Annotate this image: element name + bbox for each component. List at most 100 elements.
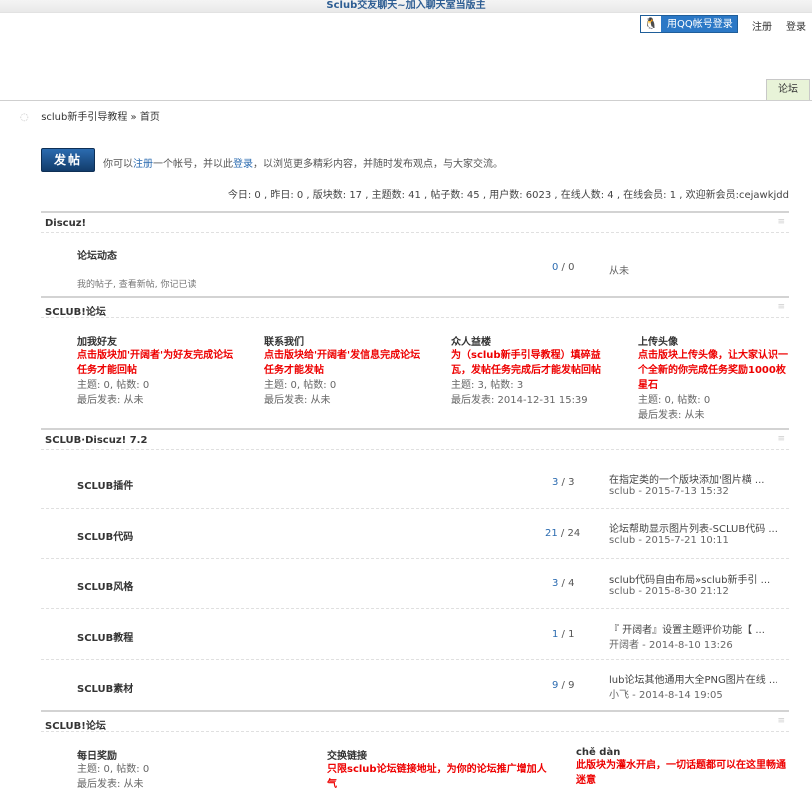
forum-name[interactable]: SCLUB插件 xyxy=(77,477,133,492)
post-count: 4 xyxy=(568,578,575,589)
topic-count: 1 xyxy=(552,629,559,640)
category-header[interactable]: SCLUB!论坛 ≡ xyxy=(41,296,789,318)
last-post-title[interactable]: 在指定类的一个版块添加'图片横 ... xyxy=(609,471,777,486)
home-icon[interactable]: ◌ xyxy=(20,112,32,123)
forum-desc[interactable]: 我的帖子, 查看新帖, 你记已读 xyxy=(77,277,196,290)
row-divider xyxy=(41,508,789,510)
forum-column: 每日奖励 主题: 0, 帖数: 0 最后发表: 从未 xyxy=(77,747,149,792)
category-title[interactable]: SCLUB·Discuz! 7.2 xyxy=(45,435,147,446)
forum-name[interactable]: SCLUB素材 xyxy=(77,680,133,695)
topic-count: 0 xyxy=(552,262,559,273)
row-divider xyxy=(41,659,789,661)
forum-column: 加我好友 点击版块加'开阔者'为好友完成论坛任务才能回帖 主题: 0, 帖数: … xyxy=(77,333,237,408)
topic-count: 9 xyxy=(552,680,559,691)
top-banner: Sclub交友聊天~加入聊天室当版主 xyxy=(0,0,812,13)
forum-counts: 0 / 0 xyxy=(552,262,575,273)
row-divider xyxy=(41,558,789,560)
last-post-title[interactable]: 论坛帮助显示图片列表-SCLUB代码 ... xyxy=(609,520,777,535)
forum-column: 交换链接 只限sclub论坛链接地址，为你的论坛推广增加人气 xyxy=(327,747,547,792)
last-post-title[interactable]: lub论坛其他通用大全PNG图片在线 ... xyxy=(609,671,777,686)
forum-name[interactable]: 论坛动态 xyxy=(77,247,117,262)
nav-divider xyxy=(0,100,812,101)
category-title[interactable]: SCLUB!论坛 xyxy=(45,717,106,732)
category-title[interactable]: SCLUB!论坛 xyxy=(45,303,106,318)
forum-stat: 主题: 0, 帖数: 0 xyxy=(77,764,150,775)
topic-count: 21 xyxy=(545,528,558,539)
breadcrumb-site[interactable]: sclub新手引导教程 xyxy=(41,112,127,123)
forum-counts: 3 / 3 xyxy=(552,477,575,488)
forum-stat: 主题: 3, 帖数: 3 xyxy=(451,380,524,391)
forum-desc: 点击版块给'开阔者'发信息完成论坛任务才能发帖 xyxy=(264,350,421,376)
category-header[interactable]: SCLUB·Discuz! 7.2 ≡ xyxy=(41,428,789,450)
forum-column: 众人益楼 为（sclub新手引导教程）填碎益瓦，发帖任务完成后才能发帖回帖 主题… xyxy=(451,333,611,408)
forum-column: 上传头像 点击版块上传头像，让大家认识一个全新的你完成任务奖励1000枚星石 主… xyxy=(638,333,790,423)
qq-login-button[interactable]: 🐧 用QQ帐号登录 xyxy=(640,15,738,33)
row-divider xyxy=(41,608,789,610)
last-post-meta: sclub - 2015-7-13 15:32 xyxy=(609,486,729,497)
collapse-icon[interactable]: ≡ xyxy=(777,716,785,726)
forum-last: 最后发表: 从未 xyxy=(77,779,144,790)
last-post-meta: 开阔者 - 2014-8-10 13:26 xyxy=(609,640,733,651)
last-post-meta: 小飞 - 2014-8-14 19:05 xyxy=(609,690,723,701)
intro-text: 一个帐号，并以此 xyxy=(153,159,233,170)
forum-name[interactable]: 联系我们 xyxy=(264,333,424,348)
forum-name[interactable]: SCLUB风格 xyxy=(77,578,133,593)
forum-desc: 为（sclub新手引导教程）填碎益瓦，发帖任务完成后才能发帖回帖 xyxy=(451,350,601,376)
breadcrumb-separator: » xyxy=(130,112,137,123)
intro-text: ，以浏览更多精彩内容，并随时发布观点，与大家交流。 xyxy=(253,159,503,170)
category-header[interactable]: SCLUB!论坛 ≡ xyxy=(41,710,789,732)
forum-stat: 主题: 0, 帖数: 0 xyxy=(638,395,711,406)
forum-desc: 此版块为灌水开启，一切话题都可以在这里畅通迷意 xyxy=(576,760,786,786)
forum-counts: 9 / 9 xyxy=(552,680,575,691)
forum-counts: 21 / 24 xyxy=(545,528,581,539)
login-link[interactable]: 登录 xyxy=(786,18,806,33)
last-post: 从未 xyxy=(609,266,629,277)
qq-penguin-icon: 🐧 xyxy=(641,16,661,32)
forum-name[interactable]: SCLUB代码 xyxy=(77,528,133,543)
tab-forum[interactable]: 论坛 xyxy=(766,79,810,100)
post-count: 0 xyxy=(568,262,575,273)
forum-name[interactable]: 每日奖励 xyxy=(77,747,149,762)
forum-name[interactable]: 加我好友 xyxy=(77,333,237,348)
forum-counts: 1 / 1 xyxy=(552,629,575,640)
last-post-meta: sclub - 2015-7-21 10:11 xyxy=(609,535,729,546)
topic-count: 3 xyxy=(552,578,559,589)
post-count: 1 xyxy=(568,629,575,640)
topic-count: 3 xyxy=(552,477,559,488)
guest-intro: 你可以注册一个帐号，并以此登录，以浏览更多精彩内容，并随时发布观点，与大家交流。 xyxy=(103,155,503,170)
collapse-icon[interactable]: ≡ xyxy=(777,302,785,312)
forum-name[interactable]: 上传头像 xyxy=(638,333,790,348)
last-post-meta: sclub - 2015-8-30 21:12 xyxy=(609,586,729,597)
forum-desc: 点击版块加'开阔者'为好友完成论坛任务才能回帖 xyxy=(77,350,234,376)
forum-name[interactable]: chě dàn xyxy=(576,747,786,758)
collapse-icon[interactable]: ≡ xyxy=(777,434,785,444)
register-link[interactable]: 注册 xyxy=(752,18,772,33)
collapse-icon[interactable]: ≡ xyxy=(777,217,785,227)
forum-desc: 只限sclub论坛链接地址，为你的论坛推广增加人气 xyxy=(327,764,547,790)
last-post-title[interactable]: 『 开阔者』设置主题评价功能【 ... xyxy=(609,621,777,636)
forum-name[interactable]: SCLUB教程 xyxy=(77,629,133,644)
last-post-title[interactable]: sclub代码自由布局»sclub新手引 ... xyxy=(609,571,777,586)
intro-login-link[interactable]: 登录 xyxy=(233,159,253,170)
forum-column: 联系我们 点击版块给'开阔者'发信息完成论坛任务才能发帖 主题: 0, 帖数: … xyxy=(264,333,424,408)
breadcrumb: ◌ sclub新手引导教程 » 首页 xyxy=(20,108,160,123)
post-count: 9 xyxy=(568,680,575,691)
intro-register-link[interactable]: 注册 xyxy=(133,159,153,170)
site-banner-title[interactable]: Sclub交友聊天~加入聊天室当版主 xyxy=(0,0,812,12)
forum-last: 最后发表: 从未 xyxy=(264,395,331,406)
post-count: 3 xyxy=(568,477,575,488)
forum-stat: 主题: 0, 帖数: 0 xyxy=(77,380,150,391)
post-count: 24 xyxy=(567,528,581,539)
forum-last: 最后发表: 从未 xyxy=(638,410,705,421)
forum-stat: 主题: 0, 帖数: 0 xyxy=(264,380,337,391)
forum-name[interactable]: 众人益楼 xyxy=(451,333,611,348)
qq-login-label: 用QQ帐号登录 xyxy=(667,19,733,30)
category-title[interactable]: Discuz! xyxy=(45,218,86,229)
forum-stats: 今日: 0 , 昨日: 0 , 版块数: 17 , 主题数: 41 , 帖子数:… xyxy=(227,190,789,201)
breadcrumb-current: 首页 xyxy=(139,112,160,123)
forum-last: 最后发表: 从未 xyxy=(77,395,144,406)
forum-name[interactable]: 交换链接 xyxy=(327,747,547,762)
new-post-button[interactable]: 发帖 xyxy=(41,148,95,172)
category-header[interactable]: Discuz! ≡ xyxy=(41,211,789,233)
forum-desc: 点击版块上传头像，让大家认识一个全新的你完成任务奖励1000枚星石 xyxy=(638,350,788,391)
